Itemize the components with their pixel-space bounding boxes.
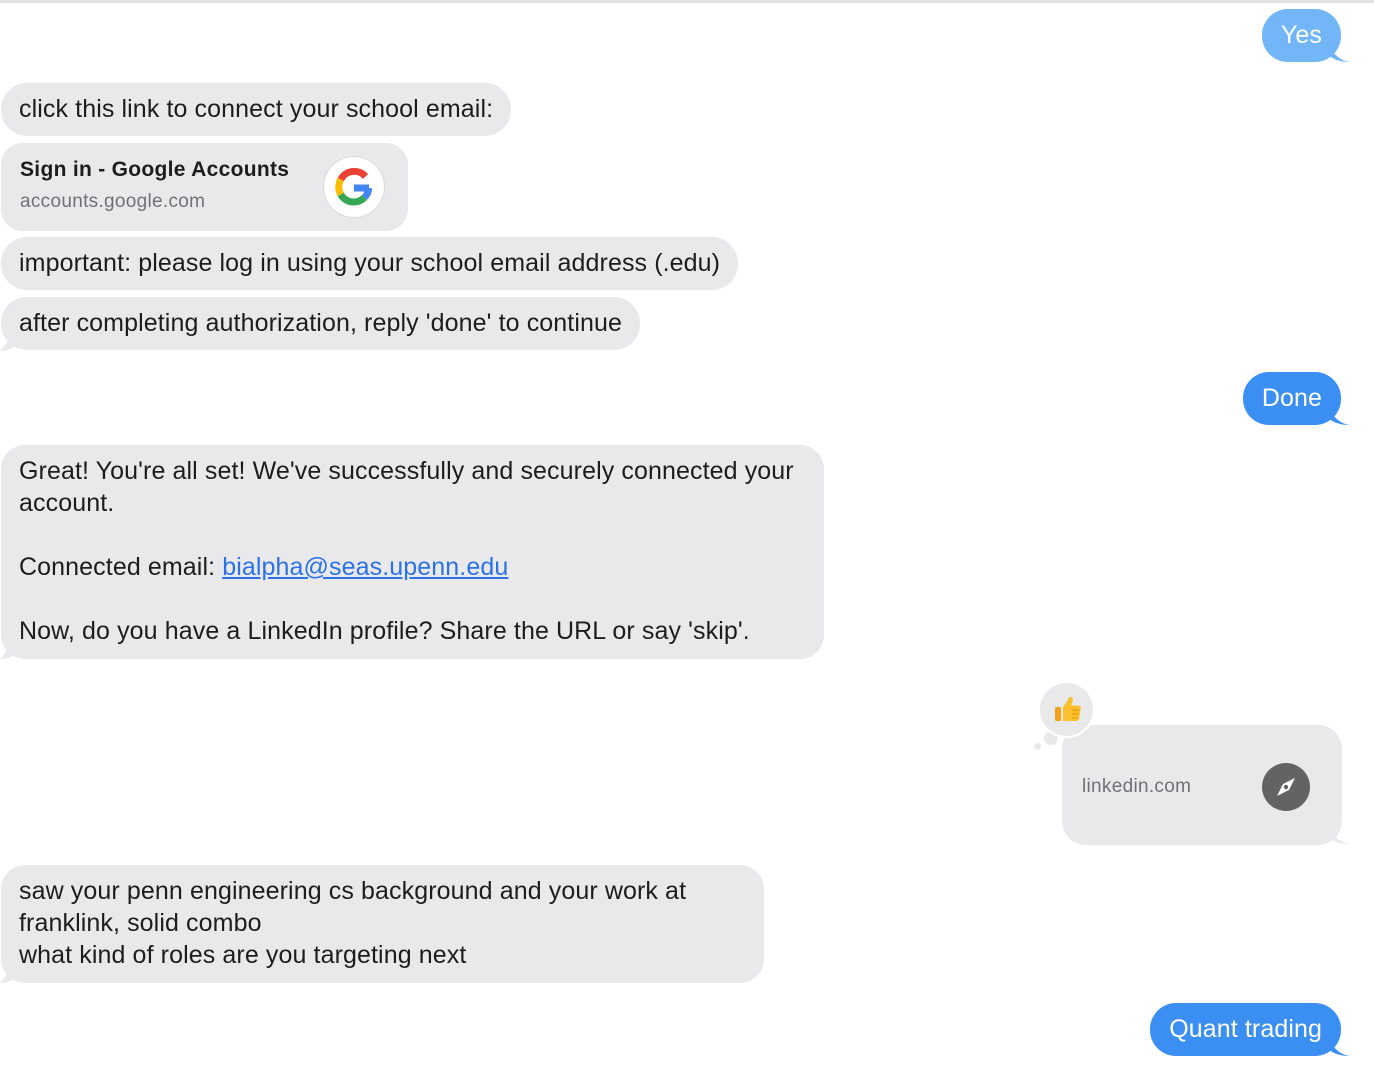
- message-text: important: please log in using your scho…: [19, 249, 721, 277]
- compass-icon: [1262, 763, 1310, 811]
- message-text: after completing authorization, reply 'd…: [19, 309, 623, 337]
- message-line-email: Connected email: bialpha@seas.upenn.edu: [19, 551, 806, 583]
- email-label: Connected email:: [19, 553, 223, 581]
- message-text: click this link to connect your school e…: [19, 95, 494, 123]
- link-preview-domain: linkedin.com: [1082, 776, 1192, 797]
- outgoing-message-done[interactable]: Done: [1242, 372, 1341, 425]
- google-g-icon: [324, 157, 384, 217]
- linkedin-link-preview[interactable]: linkedin.com: [1062, 725, 1342, 845]
- incoming-message-important[interactable]: important: please log in using your scho…: [1, 237, 739, 290]
- message-text: Yes: [1280, 21, 1322, 49]
- bubble-tail: [1328, 40, 1350, 62]
- outgoing-message-quant-trading[interactable]: Quant trading: [1150, 1003, 1341, 1056]
- message-text: Done: [1261, 384, 1322, 412]
- bubble-tail: [1328, 1034, 1350, 1056]
- bubble-tail: [0, 330, 20, 351]
- message-text: Quant trading: [1169, 1015, 1322, 1043]
- top-divider: [0, 0, 1374, 3]
- link-preview-title: Sign in - Google Accounts: [20, 158, 290, 181]
- message-line-connected: Great! You're all set! We've successfull…: [19, 457, 794, 517]
- tapback-reaction[interactable]: [1038, 681, 1095, 738]
- incoming-message-after-auth[interactable]: after completing authorization, reply 'd…: [1, 297, 641, 350]
- incoming-message-connect-prompt[interactable]: click this link to connect your school e…: [1, 83, 512, 136]
- link-preview-domain: accounts.google.com: [20, 191, 206, 212]
- thumbs-up-icon: [1055, 696, 1081, 721]
- incoming-message-background[interactable]: saw your penn engineering cs background …: [1, 865, 764, 983]
- bubble-tail: [0, 638, 20, 659]
- google-accounts-link-preview[interactable]: Sign in - Google Accounts accounts.googl…: [1, 143, 408, 231]
- incoming-message-account-connected[interactable]: Great! You're all set! We've successfull…: [1, 445, 824, 659]
- email-link[interactable]: bialpha@seas.upenn.edu: [222, 553, 508, 581]
- bubble-tail: [1328, 822, 1350, 844]
- message-line-linkedin-question: Now, do you have a LinkedIn profile? Sha…: [19, 617, 750, 645]
- tapback-tail-dot: [1034, 743, 1041, 750]
- bubble-tail: [1328, 403, 1350, 425]
- bubble-tail: [0, 962, 20, 983]
